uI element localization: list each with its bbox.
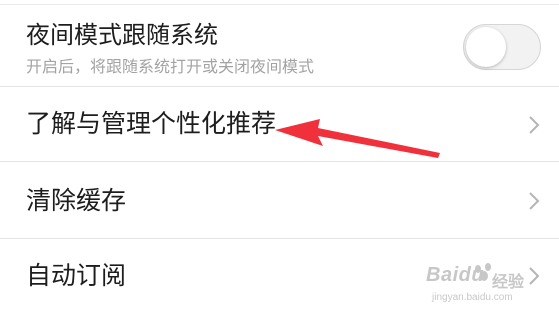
watermark-brand: Baidu [426, 264, 485, 286]
watermark-site: jingyan.baidu.com [432, 292, 513, 303]
chevron-right-icon [529, 116, 540, 134]
personalization-title: 了解与管理个性化推荐 [26, 109, 277, 138]
clear-cache-row[interactable]: 清除缓存 [0, 162, 559, 239]
night-mode-toggle[interactable] [463, 24, 541, 70]
clear-cache-title: 清除缓存 [26, 186, 127, 215]
personalization-row[interactable]: 了解与管理个性化推荐 [0, 87, 559, 162]
watermark: Baidu 经验 jingyan.baidu.com [418, 262, 538, 308]
watermark-suffix: 经验 [492, 274, 525, 291]
chevron-right-icon [529, 192, 540, 210]
night-mode-subtitle: 开启后，将跟随系统打开或关闭夜间模式 [26, 57, 315, 76]
night-mode-row: 夜间模式跟随系统 开启后，将跟随系统打开或关闭夜间模式 [0, 0, 559, 87]
auto-subscribe-title: 自动订阅 [26, 261, 127, 290]
night-mode-title: 夜间模式跟随系统 [26, 21, 218, 49]
toggle-knob [466, 27, 506, 67]
